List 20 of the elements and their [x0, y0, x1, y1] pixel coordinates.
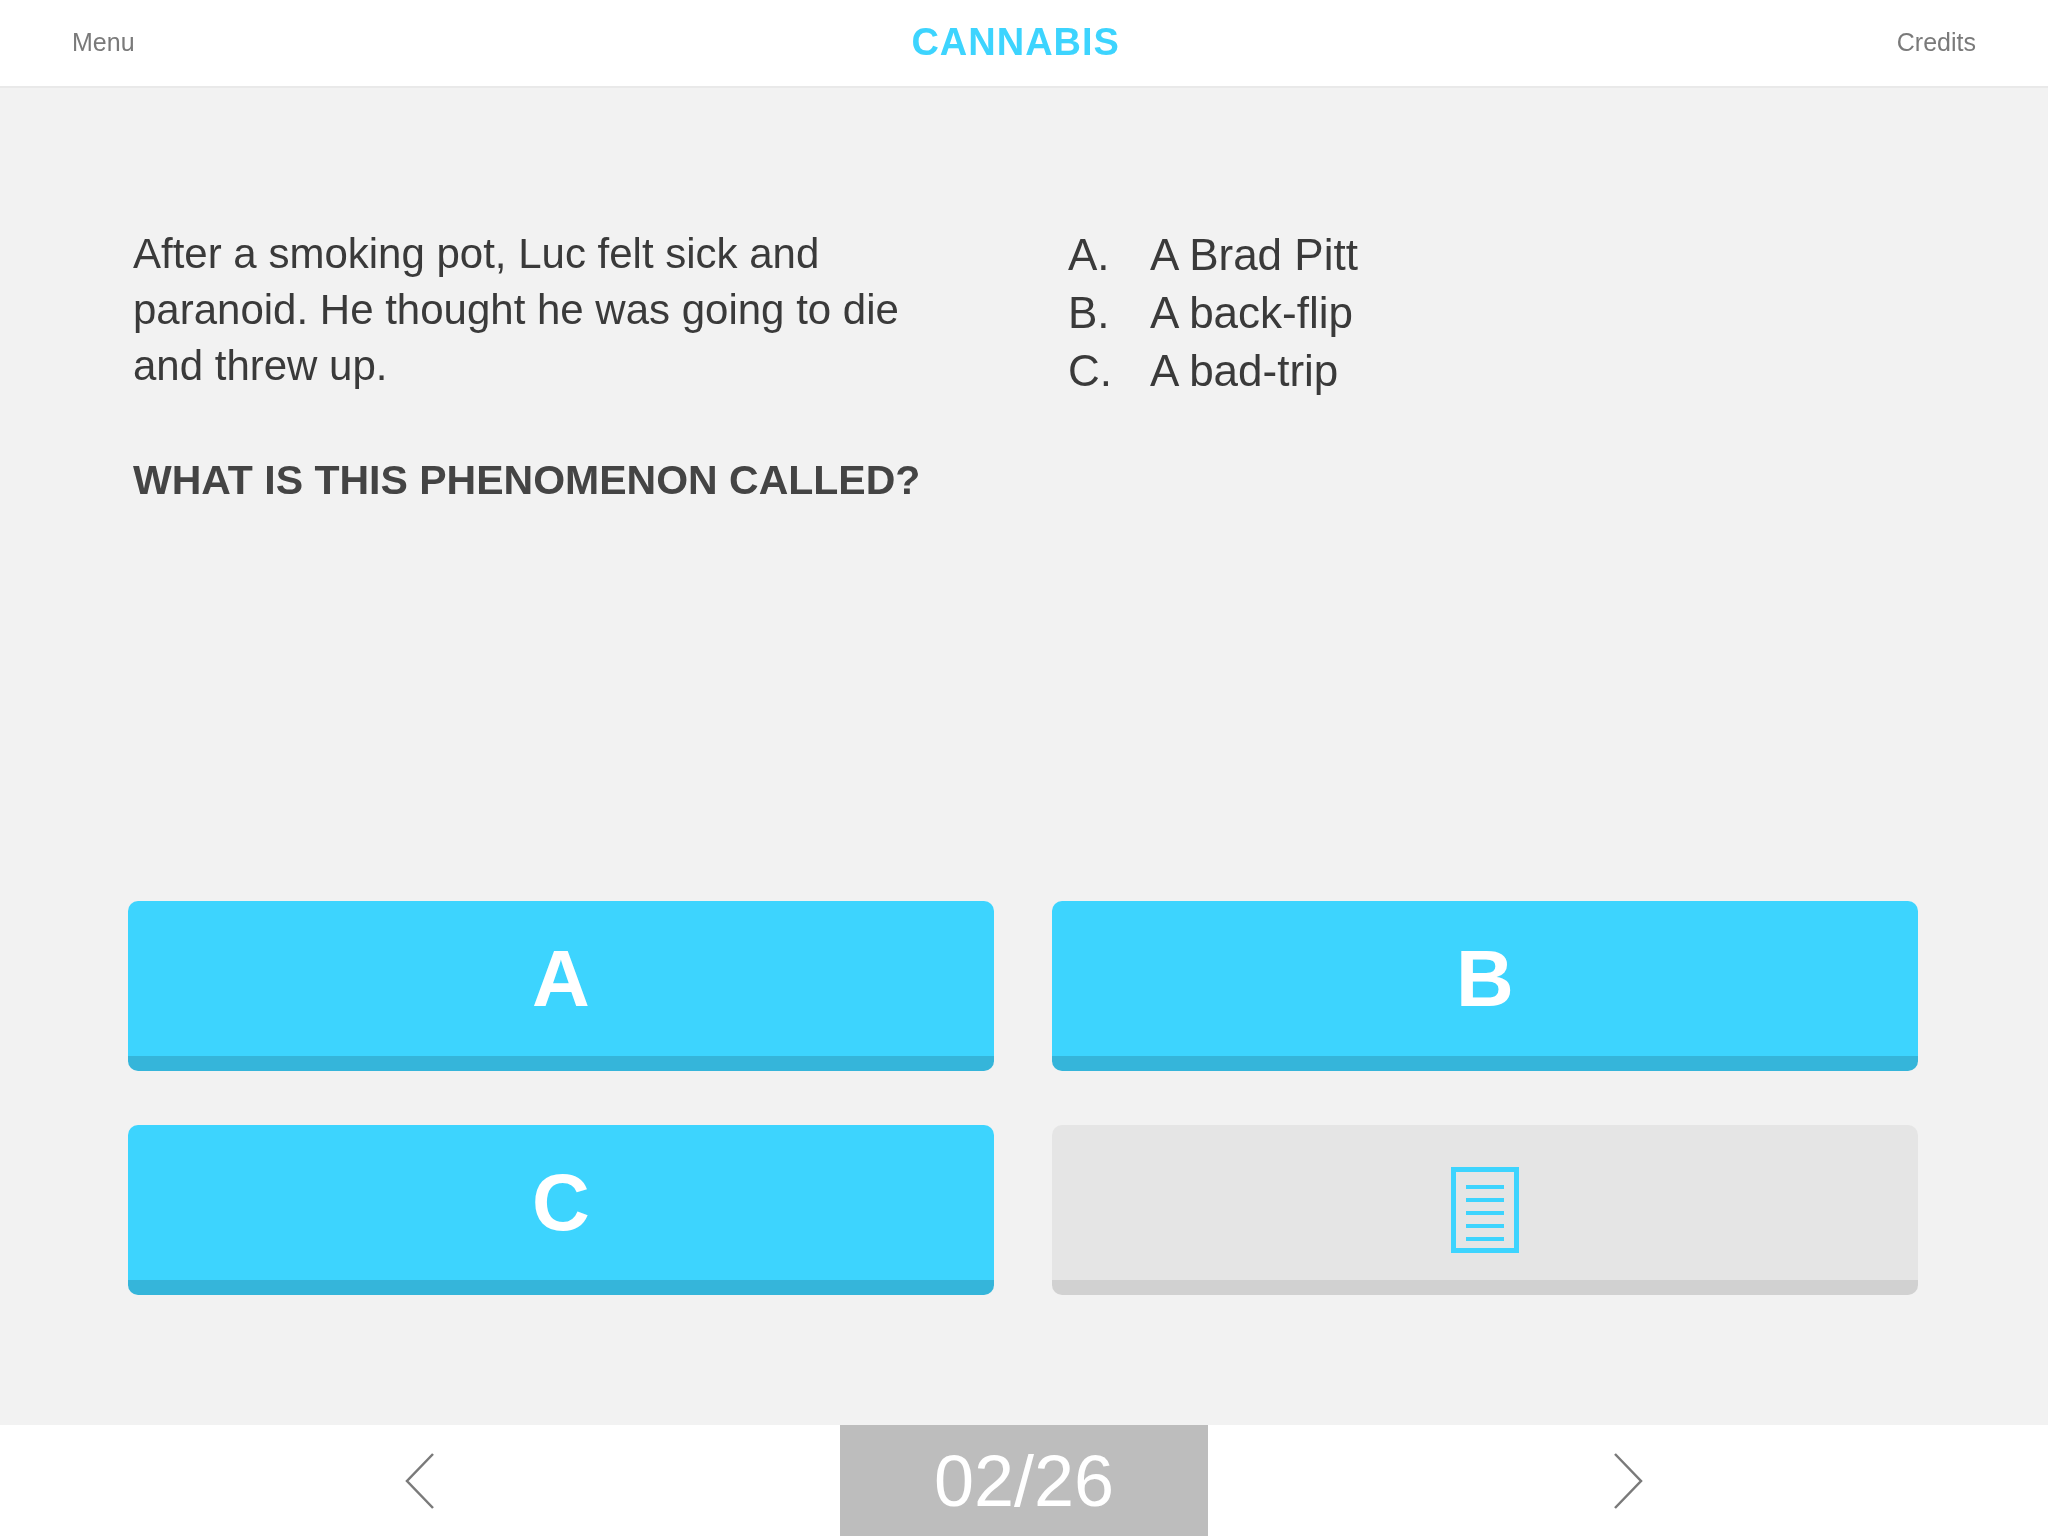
chevron-left-icon [405, 1452, 435, 1509]
app-title: CANNABIS [911, 20, 1120, 66]
chevron-right-icon [1613, 1452, 1643, 1509]
question-text: After a smoking pot, Luc felt sick and paranoid. He thought he was going to die and threw up. [133, 229, 900, 391]
answer-button[interactable]: B [1052, 901, 1918, 1071]
previous-button[interactable] [405, 1452, 435, 1509]
page-counter: 02/26 [840, 1425, 1208, 1536]
option-text: A Brad Pitt [1150, 229, 1358, 281]
option-text: A back-flip [1150, 287, 1353, 339]
option-text: A bad-trip [1150, 345, 1339, 397]
document-icon [1451, 1167, 1519, 1253]
answer-button[interactable]: C [128, 1125, 994, 1295]
next-button[interactable] [1613, 1452, 1643, 1509]
answer-button[interactable]: A [128, 901, 994, 1071]
option-letter: B. [1068, 287, 1111, 339]
option-letter: C. [1068, 345, 1113, 397]
credits-link[interactable]: Credits [1896, 24, 1976, 62]
menu-link[interactable]: Menu [72, 24, 135, 62]
option-letter: A. [1068, 229, 1111, 281]
question-prompt: WHAT IS THIS PHENOMENON CALLED? [133, 456, 922, 505]
